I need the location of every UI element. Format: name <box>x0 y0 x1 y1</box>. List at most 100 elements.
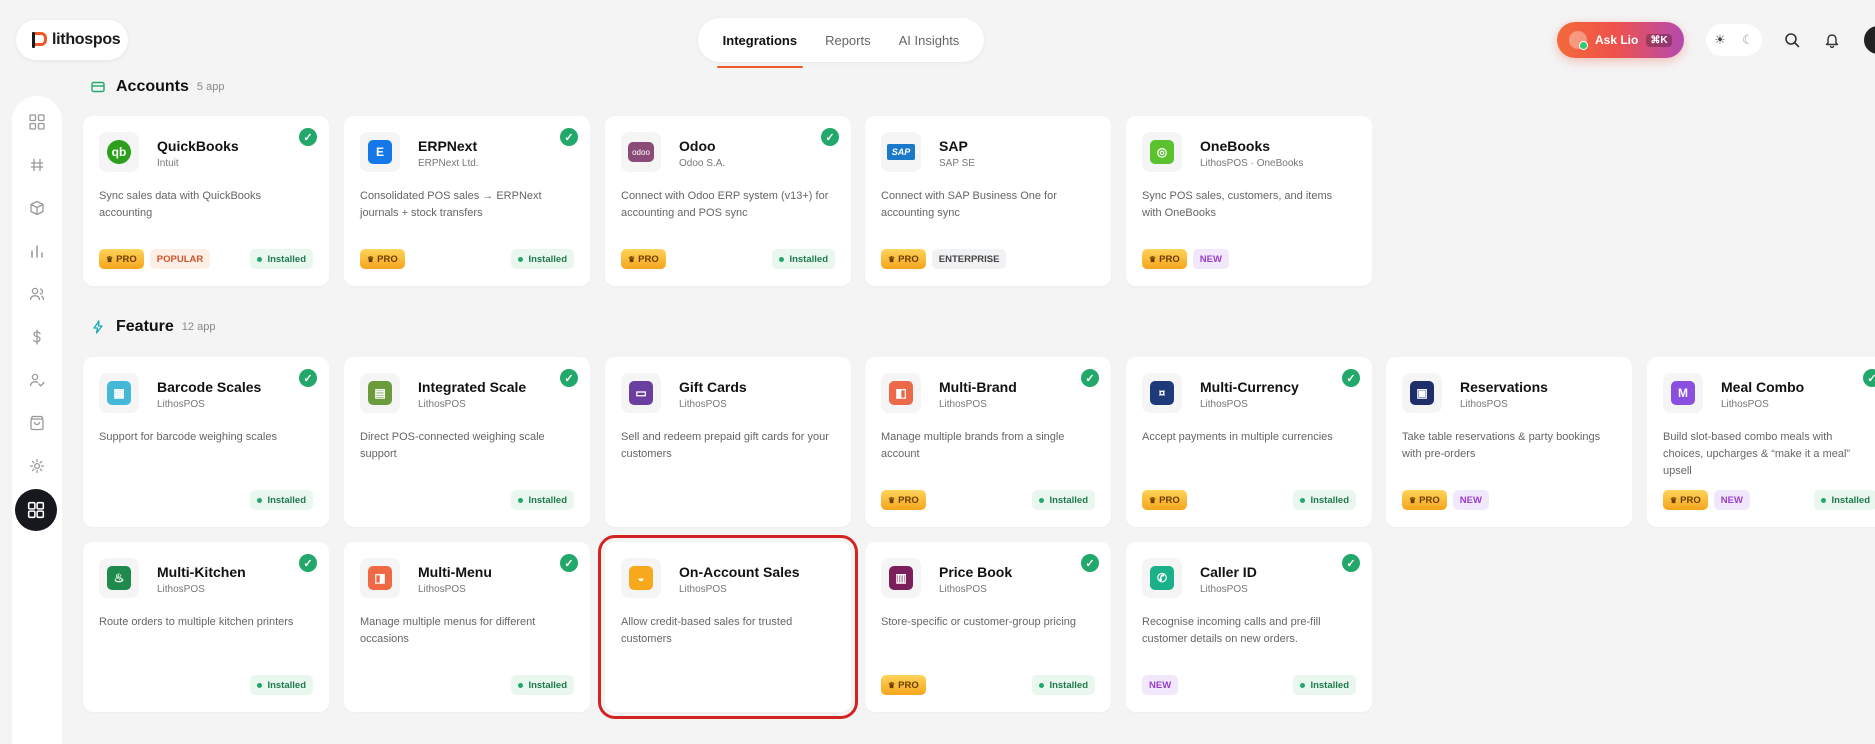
crown-icon: ♛ <box>628 254 636 264</box>
card-title: Multi-Menu <box>418 564 492 580</box>
card-description: Connect with SAP Business One for accoun… <box>881 190 1057 219</box>
card-vendor: LithosPOS <box>1200 399 1248 410</box>
card-description: Direct POS-connected weighing scale supp… <box>360 431 545 460</box>
badge-label: NEW <box>1149 679 1172 691</box>
new-badge: NEW <box>1713 490 1750 510</box>
card-title: OneBooks <box>1200 138 1271 154</box>
card-vendor: LithosPOS <box>1721 399 1769 410</box>
card-badges <box>621 674 835 696</box>
new-badge: NEW <box>1142 675 1179 695</box>
ask-lio-shortcut: ⌘K <box>1646 33 1672 47</box>
card-badges <box>621 489 835 511</box>
integration-card[interactable]: ▤ Integrated Scale LithosPOS ✓ Direct POS-co… <box>344 357 590 527</box>
installed-status-badge: Installed <box>1814 490 1875 510</box>
top-tabs: Integrations Reports AI Insights <box>698 18 984 68</box>
section-count: 5 app <box>196 81 225 93</box>
integration-card[interactable]: ♨ Multi-Kitchen LithosPOS ✓ Route orders to … <box>83 542 329 712</box>
crown-icon: ♛ <box>1149 254 1157 264</box>
lio-avatar-icon <box>1569 31 1588 50</box>
card-badges: Installed <box>99 489 313 511</box>
icon-glyph: ◒ <box>629 566 653 590</box>
integration-card[interactable]: ◎ OneBooks LithosPOS · OneBooks Sync POS sa… <box>1126 116 1372 286</box>
sun-icon[interactable]: ☀ <box>1714 32 1726 48</box>
pro-badge: ♛ PRO <box>360 249 405 269</box>
crown-icon: ♛ <box>106 254 114 264</box>
user-avatar[interactable] <box>1862 24 1875 56</box>
card-description: Support for barcode weighing scales <box>99 431 277 443</box>
installed-check-icon: ✓ <box>560 369 578 387</box>
card-badges: ♛ PRO NEW <box>1142 248 1356 270</box>
meal-combo-icon: M <box>1663 373 1703 413</box>
customers-icon[interactable] <box>25 282 49 306</box>
installed-check-icon: ✓ <box>299 128 317 146</box>
settings-gear-icon[interactable] <box>25 454 49 478</box>
icon-glyph: qb <box>107 140 131 164</box>
card-description: Take table reservations & party bookings… <box>1402 431 1601 460</box>
card-description: Consolidated POS sales → ERPNext journal… <box>360 190 542 219</box>
integration-card[interactable]: ▦ Barcode Scales LithosPOS ✓ Support for bar… <box>83 357 329 527</box>
integration-card[interactable]: ◨ Multi-Menu LithosPOS ✓ Manage multiple men… <box>344 542 590 712</box>
icon-glyph: ▤ <box>368 381 392 405</box>
app-logo[interactable]: lithospos <box>16 20 128 60</box>
card-vendor: LithosPOS <box>418 584 466 595</box>
badge-label: PRO <box>638 253 659 265</box>
theme-toggle[interactable]: ☀ ☾ <box>1706 24 1762 56</box>
popular-badge: POPULAR <box>149 249 211 269</box>
search-icon[interactable] <box>1782 30 1802 50</box>
integration-card[interactable]: ¤ Multi-Currency LithosPOS ✓ Accept payments… <box>1126 357 1372 527</box>
integration-card[interactable]: ▭ Gift Cards LithosPOS Sell and redeem prep… <box>605 357 851 527</box>
card-description: Sync POS sales, customers, and items wit… <box>1142 190 1333 219</box>
installed-check-icon: ✓ <box>560 554 578 572</box>
integrations-grid-icon[interactable] <box>15 489 57 531</box>
integration-card[interactable]: ◒ On-Account Sales LithosPOS Allow credit-b… <box>598 535 858 719</box>
orders-bag-icon[interactable] <box>25 411 49 435</box>
pro-badge: ♛ PRO <box>1663 490 1708 510</box>
card-badges: ♛ PRO Installed <box>360 248 574 270</box>
card-vendor: LithosPOS <box>418 399 466 410</box>
bell-icon[interactable] <box>1822 30 1842 50</box>
pro-badge: ♛ PRO <box>621 249 666 269</box>
integration-card[interactable]: qb QuickBooks Intuit ✓ Sync sales data with … <box>83 116 329 286</box>
moon-icon[interactable]: ☾ <box>1742 32 1754 48</box>
tab-ai-insights[interactable]: AI Insights <box>885 18 974 62</box>
card-title: Caller ID <box>1200 564 1257 580</box>
integration-card[interactable]: E ERPNext ERPNext Ltd. ✓ Consolidated POS sa… <box>344 116 590 286</box>
card-badges: ♛ PRO NEW <box>1402 489 1616 511</box>
installed-check-icon: ✓ <box>1342 369 1360 387</box>
tab-reports[interactable]: Reports <box>811 18 885 62</box>
icon-glyph: ▭ <box>629 381 653 405</box>
integration-card[interactable]: SAP SAP SAP SE Connect with SAP Business On… <box>865 116 1111 286</box>
installed-status-badge: Installed <box>1293 675 1356 695</box>
pos-terminal-icon[interactable] <box>25 153 49 177</box>
badge-label: PRO <box>1680 494 1701 506</box>
card-description: Sync sales data with QuickBooks accounti… <box>99 190 262 219</box>
integration-card[interactable]: ▥ Price Book LithosPOS ✓ Store-specific or c… <box>865 542 1111 712</box>
card-badges: Installed <box>360 489 574 511</box>
integration-card[interactable]: ✆ Caller ID LithosPOS ✓ Recognise incoming c… <box>1126 542 1372 712</box>
section-count: 12 app <box>181 321 216 333</box>
card-description: Build slot-based combo meals with choice… <box>1663 431 1851 477</box>
installed-check-icon: ✓ <box>299 554 317 572</box>
integration-card[interactable]: ▣ Reservations LithosPOS Take table reserva… <box>1386 357 1632 527</box>
pro-badge: ♛ PRO <box>1142 490 1187 510</box>
card-vendor: LithosPOS <box>679 399 727 410</box>
icon-glyph: ▥ <box>889 566 913 590</box>
integration-card[interactable]: M Meal Combo LithosPOS ✓ Build slot-based co… <box>1647 357 1875 527</box>
sidebar <box>12 96 62 744</box>
staff-check-icon[interactable] <box>25 368 49 392</box>
icon-glyph: odoo <box>628 142 654 162</box>
integration-card[interactable]: ◧ Multi-Brand LithosPOS ✓ Manage multiple br… <box>865 357 1111 527</box>
crown-icon: ♛ <box>1409 495 1417 505</box>
badge-label: PRO <box>1159 494 1180 506</box>
tab-integrations[interactable]: Integrations <box>709 18 811 68</box>
card-vendor: LithosPOS <box>939 399 987 410</box>
products-box-icon[interactable] <box>25 196 49 220</box>
ask-lio-button[interactable]: Ask Lio ⌘K <box>1557 22 1684 58</box>
dollar-icon[interactable] <box>25 325 49 349</box>
integration-card[interactable]: odoo Odoo Odoo S.A. ✓ Connect with Odoo ERP … <box>605 116 851 286</box>
dashboard-icon[interactable] <box>25 110 49 134</box>
accounts-section-icon <box>90 79 106 95</box>
installed-check-icon: ✓ <box>1342 554 1360 572</box>
lightning-icon <box>90 319 106 335</box>
reports-chart-icon[interactable] <box>25 239 49 263</box>
